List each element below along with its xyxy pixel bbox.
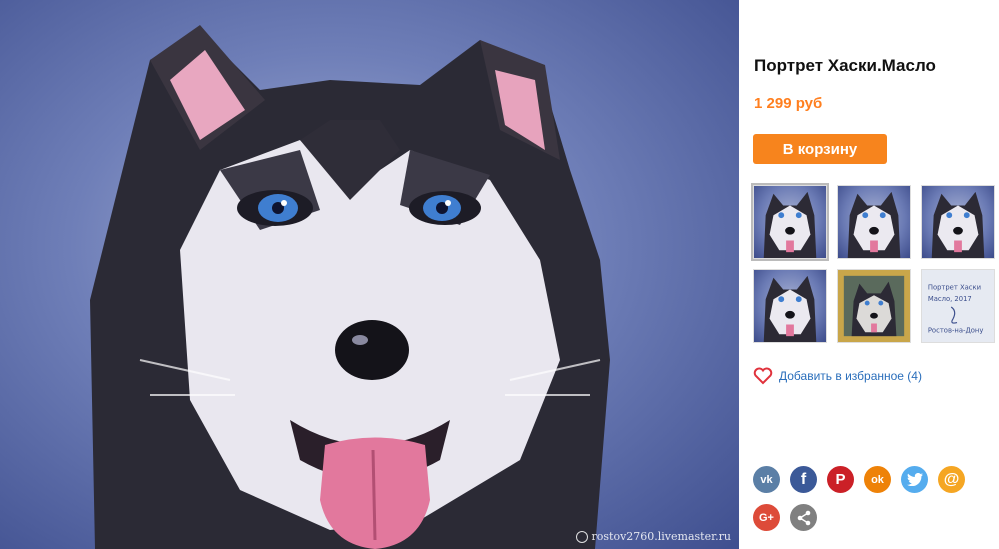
thumbnail-5[interactable] <box>837 269 911 343</box>
mail-at-icon: @ <box>943 470 960 488</box>
add-to-favorites-link[interactable]: Добавить в избранное (4) <box>753 367 922 385</box>
odnoklassniki-icon: ok <box>871 473 884 486</box>
odnoklassniki-share-button[interactable]: ok <box>864 466 891 493</box>
google-plus-share-button[interactable]: G+ <box>753 504 780 531</box>
thumbnail-3[interactable] <box>921 185 995 259</box>
facebook-share-button[interactable]: f <box>790 466 817 493</box>
framed-husky-thumbnail-image <box>843 275 905 337</box>
husky-thumbnail-image <box>763 275 817 342</box>
husky-thumbnail-image <box>847 191 901 258</box>
product-title: Портрет Хаски.Масло <box>754 56 936 75</box>
thumbnail-2[interactable] <box>837 185 911 259</box>
pinterest-share-button[interactable]: P <box>827 466 854 493</box>
livemaster-logo-icon <box>575 530 588 543</box>
watermark: rostov2760.livemaster.ru <box>575 530 732 543</box>
favorites-label: Добавить в избранное (4) <box>779 369 922 383</box>
vk-share-button[interactable]: vk <box>753 466 780 493</box>
facebook-icon: f <box>800 470 807 488</box>
pinterest-icon: P <box>835 471 846 488</box>
google-plus-icon: G+ <box>759 511 774 524</box>
product-info-panel: Портрет Хаски.Масло 1 299 руб В корзину <box>739 0 999 549</box>
twitter-icon <box>906 473 923 486</box>
husky-thumbnail-image <box>931 191 985 258</box>
main-product-image[interactable]: rostov2760.livemaster.ru <box>0 0 739 549</box>
vk-icon: vk <box>760 473 773 486</box>
add-to-cart-button[interactable]: В корзину <box>753 134 887 164</box>
twitter-share-button[interactable] <box>901 466 928 493</box>
note-line: Ростов-на-Дону <box>928 326 984 334</box>
product-price: 1 299 руб <box>754 95 823 112</box>
thumbnail-1[interactable] <box>751 183 829 261</box>
heart-icon <box>753 367 773 385</box>
share-icon <box>797 510 810 525</box>
husky-painting <box>90 25 610 549</box>
note-line: Портрет Хаски <box>928 283 981 291</box>
share-button[interactable] <box>790 504 817 531</box>
mail-share-button[interactable]: @ <box>938 466 965 493</box>
note-line: Масло, 2017 <box>928 295 972 303</box>
husky-thumbnail-image <box>763 191 817 258</box>
thumbnail-4[interactable] <box>753 269 827 343</box>
handwritten-note-thumbnail-image: Портрет Хаски Масло, 2017 Ростов-на-Дону <box>922 270 994 342</box>
thumbnail-6[interactable]: Портрет Хаски Масло, 2017 Ростов-на-Дону <box>921 269 995 343</box>
watermark-text: rostov2760.livemaster.ru <box>591 530 732 543</box>
